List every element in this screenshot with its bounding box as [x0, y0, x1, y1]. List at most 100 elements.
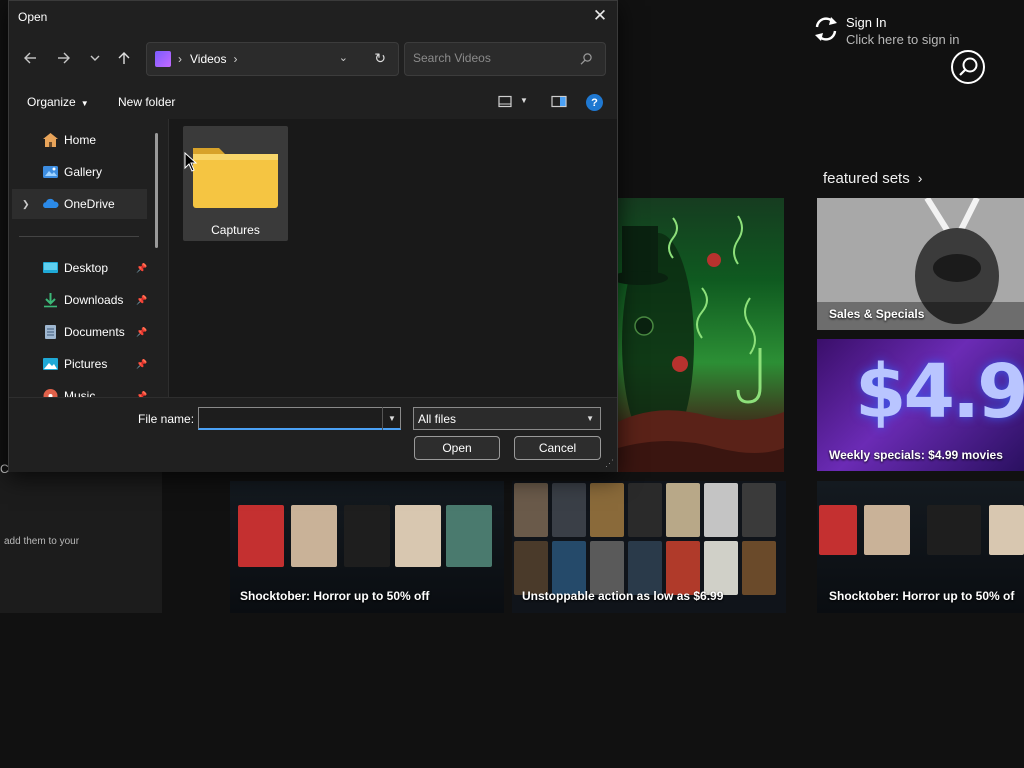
sales-specials-tile[interactable]: Sales & Specials: [817, 198, 1024, 330]
tile-label: Sales & Specials: [829, 307, 925, 321]
arrow-right-icon: [58, 52, 70, 64]
nav-item-documents[interactable]: Documents 📌: [12, 317, 147, 347]
pictures-icon: [43, 358, 58, 370]
sign-in[interactable]: Sign In Click here to sign in: [812, 14, 959, 49]
caret-down-icon: ▼: [80, 99, 89, 108]
address-bar[interactable]: › Videos › ⌄ ↻: [146, 42, 399, 76]
view-options-icon[interactable]: [498, 95, 512, 108]
chevron-right-icon: ›: [917, 170, 923, 186]
music-icon: [43, 389, 58, 397]
pin-icon: 📌: [136, 326, 148, 337]
desktop-icon: [43, 262, 58, 273]
tile-label: Weekly specials: $4.99 movies: [829, 448, 1003, 462]
expand-icon[interactable]: ❯: [22, 199, 30, 210]
nav-item-onedrive[interactable]: ❯ OneDrive: [12, 189, 147, 219]
pin-icon: 📌: [136, 262, 148, 273]
nav-label: Gallery: [64, 165, 103, 179]
nav-label: Documents: [64, 325, 125, 339]
search-icon: [959, 57, 978, 76]
featured-sets-heading[interactable]: featured sets ›: [823, 170, 922, 187]
featured-sets-label: featured sets: [823, 170, 910, 187]
organize-menu[interactable]: Organize ▼: [27, 95, 89, 109]
nav-label: Music: [64, 389, 96, 397]
sign-in-title: Sign In: [846, 15, 887, 30]
collection-horror[interactable]: Shocktober: Horror up to 50% off: [230, 481, 504, 613]
search-input[interactable]: [413, 51, 573, 65]
store-search-button[interactable]: [951, 50, 985, 84]
weekly-specials-tile[interactable]: $4.99 Weekly specials: $4.99 movies: [817, 339, 1024, 471]
nav-label: Home: [64, 133, 97, 147]
recent-locations-button[interactable]: [82, 45, 108, 71]
forward-button[interactable]: [51, 45, 77, 71]
navigation-bar: › Videos › ⌄ ↻: [9, 41, 617, 77]
file-name-label: File name:: [138, 412, 195, 426]
nav-divider: [19, 236, 139, 237]
nav-item-pictures[interactable]: Pictures 📌: [12, 349, 147, 379]
pin-icon: 📌: [136, 294, 148, 305]
nav-item-desktop[interactable]: Desktop 📌: [12, 253, 147, 283]
collection-label: Unstoppable action as low as $6.99: [522, 589, 724, 603]
close-icon[interactable]: ✕: [587, 3, 613, 29]
left-panel-hint: add them to your: [4, 536, 80, 547]
pin-icon: 📌: [136, 358, 148, 369]
search-icon: [580, 53, 592, 65]
nav-item-home[interactable]: Home: [12, 125, 147, 155]
new-folder-button[interactable]: New folder: [118, 95, 175, 109]
nav-label: Downloads: [64, 293, 124, 307]
file-name-input[interactable]: [198, 407, 401, 430]
arrow-left-icon: [24, 52, 36, 64]
hero-banner[interactable]: [618, 198, 784, 472]
file-list: Captures: [168, 119, 617, 397]
open-dialog: Open ✕ › Videos › ⌄ ↻ Search Videos Orga…: [8, 0, 618, 472]
folder-label: Captures: [211, 223, 260, 237]
chevron-down-icon: ▼: [586, 414, 594, 423]
chevron-down-icon: [90, 55, 100, 61]
documents-icon: [45, 325, 56, 339]
nav-item-downloads[interactable]: Downloads 📌: [12, 285, 147, 315]
chevron-down-icon[interactable]: ⌄: [339, 51, 348, 64]
preview-pane-icon[interactable]: [551, 95, 567, 108]
dialog-title: Open: [18, 10, 48, 24]
organize-label: Organize: [27, 95, 76, 109]
nav-item-music[interactable]: Music 📌: [12, 381, 147, 397]
scrollbar-thumb[interactable]: [155, 133, 158, 248]
nav-item-gallery[interactable]: Gallery: [12, 157, 147, 187]
breadcrumb-separator[interactable]: ›: [233, 52, 237, 66]
up-button[interactable]: [111, 45, 137, 71]
navigation-pane: Home Gallery ❯ OneDrive Desktop 📌 Downlo…: [9, 119, 167, 397]
collection-horror-2[interactable]: Shocktober: Horror up to 50% of: [817, 481, 1024, 613]
arrow-up-icon: [118, 52, 130, 64]
cancel-button[interactable]: Cancel: [514, 436, 601, 460]
refresh-icon[interactable]: ↻: [374, 50, 386, 67]
back-button[interactable]: [17, 45, 43, 71]
folder-icon: [193, 148, 278, 208]
chevron-down-icon[interactable]: ▼: [382, 407, 401, 430]
gallery-icon: [43, 166, 58, 178]
sync-icon: [815, 17, 837, 41]
onedrive-icon: [43, 198, 59, 208]
caret-down-icon[interactable]: ▼: [520, 96, 528, 105]
resize-grip-icon[interactable]: ⋰: [605, 458, 614, 469]
help-icon[interactable]: ?: [586, 94, 603, 111]
file-type-value: All files: [418, 411, 457, 426]
open-button[interactable]: Open: [414, 436, 500, 460]
folder-item-captures[interactable]: Captures: [183, 126, 288, 241]
breadcrumb-videos[interactable]: Videos: [190, 52, 226, 66]
collection-label: Shocktober: Horror up to 50% off: [240, 589, 430, 603]
collection-action[interactable]: Unstoppable action as low as $6.99: [512, 481, 786, 613]
sign-in-subtitle: Click here to sign in: [846, 32, 960, 47]
home-icon: [43, 133, 58, 147]
nav-label: Desktop: [64, 261, 109, 275]
command-bar: Organize ▼ New folder ▼ ?: [9, 87, 617, 117]
collection-label: Shocktober: Horror up to 50% of: [829, 589, 1015, 603]
dialog-footer: File name: ▼ All files ▼ Open Cancel ⋰: [9, 397, 617, 472]
videos-icon: [155, 51, 171, 67]
file-type-select[interactable]: All files ▼: [413, 407, 601, 430]
search-box[interactable]: [404, 42, 606, 76]
nav-label: OneDrive: [64, 197, 115, 211]
price-graphic: $4.99: [855, 349, 1024, 435]
hero-artwork: [618, 215, 784, 472]
screen: C add them to your Sign In Click here to…: [0, 0, 1024, 768]
breadcrumb-separator: ›: [178, 52, 182, 66]
mouse-cursor-icon: [184, 152, 198, 172]
